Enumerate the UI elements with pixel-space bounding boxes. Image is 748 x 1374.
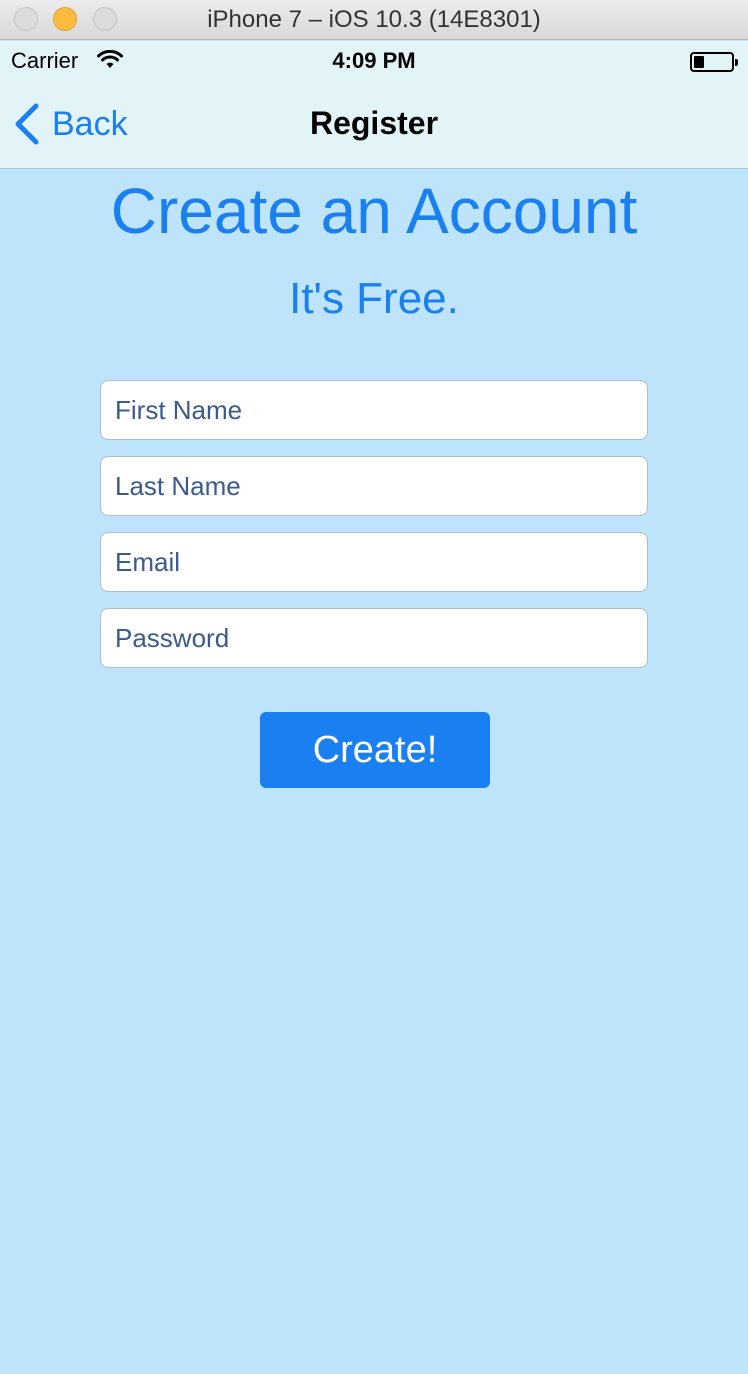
nav-title: Register bbox=[309, 105, 439, 141]
simulator-title-bar: iPhone 7 – iOS 10.3 (14E8301) bbox=[0, 0, 748, 40]
page-subheadline: It's Free. bbox=[289, 274, 459, 323]
first-name-field[interactable] bbox=[100, 380, 648, 440]
status-time: 4:09 PM bbox=[332, 48, 416, 73]
window-title: iPhone 7 – iOS 10.3 (14E8301) bbox=[207, 6, 541, 33]
battery-icon bbox=[690, 52, 738, 72]
status-bar: Carrier 4:09 PM bbox=[0, 41, 748, 81]
page-headline: Create an Account bbox=[110, 175, 638, 247]
navigation-bar: Back Register bbox=[0, 81, 748, 169]
email-field[interactable] bbox=[100, 532, 648, 592]
password-field[interactable] bbox=[100, 608, 648, 668]
last-name-field[interactable] bbox=[100, 456, 648, 516]
create-button[interactable]: Create! bbox=[260, 712, 490, 788]
